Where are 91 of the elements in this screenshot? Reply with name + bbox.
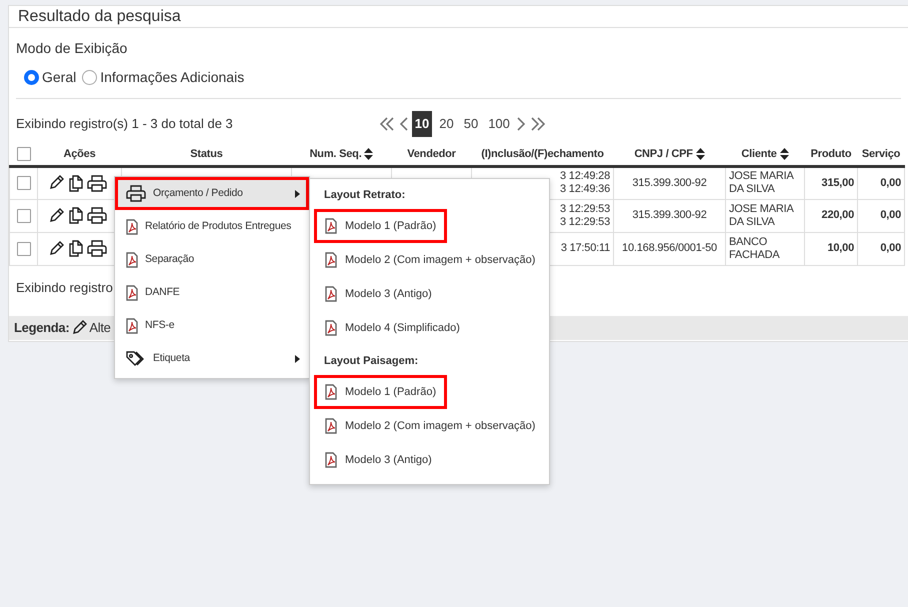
datetime-text: 3 12:49:28 [560, 170, 610, 182]
pdf-file-icon [126, 218, 138, 234]
printer-icon[interactable] [87, 174, 107, 192]
row-checkbox[interactable] [16, 208, 30, 222]
menu-item[interactable]: Modelo 3 (Antigo) [314, 443, 443, 477]
pencil-icon [71, 320, 88, 336]
column-header[interactable]: Cliente [741, 148, 777, 160]
column-header: Serviço [862, 148, 900, 160]
menu-item[interactable]: Etiqueta [115, 342, 309, 375]
row-checkbox[interactable] [16, 176, 30, 190]
legend-label: Legenda: [14, 318, 70, 337]
pdf-file-icon [325, 286, 337, 302]
page-size-link[interactable]: 50 [460, 111, 482, 137]
printer-icon[interactable] [87, 240, 107, 257]
copy-icon[interactable] [68, 207, 83, 224]
product-amount: 10,00 [827, 242, 854, 254]
caret-icon [295, 190, 300, 198]
double-chevron-right-icon [530, 117, 546, 131]
copy-icon[interactable] [68, 240, 83, 257]
pencil-icon[interactable] [48, 240, 64, 256]
records-summary: Exibindo registro(s) 1 - 3 do total de 3 [16, 115, 233, 134]
menu-item[interactable]: Modelo 1 (Padrão) [314, 375, 448, 409]
menu-item[interactable]: NFS-e [115, 309, 309, 342]
menu-item[interactable]: Separação [115, 243, 309, 276]
menu-item[interactable]: Modelo 2 (Com imagem + observação) [314, 409, 546, 443]
column-header: Ações [63, 148, 96, 160]
copy-icon[interactable] [68, 174, 83, 192]
page-size-link[interactable]: 10 [412, 111, 432, 137]
datetime-text: 3 17:50:11 [560, 242, 610, 254]
sort-icon [780, 148, 789, 160]
menu-item[interactable]: DANFE [115, 276, 309, 309]
records-summary: Exibindo registro [16, 280, 113, 294]
sort-icon [364, 148, 374, 160]
column-header: Vendedor [407, 148, 456, 160]
pencil-icon[interactable] [48, 208, 64, 224]
client-name: JOSE MARIA DA SILVA [729, 170, 794, 195]
column-header[interactable]: CNPJ / CPF [634, 148, 693, 160]
pdf-file-icon [126, 284, 138, 300]
page-size-link[interactable]: 100 [485, 111, 513, 137]
pencil-icon[interactable] [48, 175, 64, 191]
tag-icon [126, 350, 146, 366]
printer-icon [126, 185, 146, 202]
caret-icon [295, 354, 300, 362]
sort-icon [696, 148, 705, 160]
menu-item[interactable]: Modelo 4 (Simplificado) [314, 311, 471, 345]
client-name: JOSE MARIA DA SILVA [729, 202, 794, 228]
datetime-text: 3 12:49:36 [560, 183, 610, 195]
pdf-file-icon [325, 384, 337, 400]
datetime-text: 3 12:29:53 [560, 216, 610, 228]
printer-icon[interactable] [87, 207, 107, 224]
product-amount: 220,00 [822, 209, 854, 222]
menu-item[interactable]: Modelo 1 (Padrão) [314, 209, 448, 243]
menu-item[interactable]: Modelo 2 (Com imagem + observação) [314, 243, 546, 277]
column-header[interactable]: Num. Seq. [310, 148, 362, 160]
product-amount: 315,00 [822, 176, 854, 189]
chevron-left-icon [398, 117, 408, 131]
menu-item[interactable]: Relatório de Produtos Entregues [115, 210, 309, 243]
pdf-file-icon [325, 418, 337, 434]
select-all-checkbox[interactable] [16, 147, 30, 162]
radio-label[interactable]: Geral [42, 67, 76, 88]
cnpj-cpf-text: 10.168.956/0001-50 [622, 242, 717, 254]
display-mode-label: Modo de Exibição [16, 39, 128, 58]
pdf-file-icon [325, 320, 337, 336]
group-heading: Layout Paisagem: [323, 354, 420, 369]
column-header: (I)nclusão/(F)echamento [481, 148, 604, 160]
cnpj-cpf-text: 315.399.300-92 [632, 176, 707, 189]
group-heading: Layout Retrato: [323, 188, 406, 203]
pdf-file-icon [126, 252, 138, 268]
menu-item[interactable]: Orçamento / Pedido [115, 177, 309, 210]
chevron-right-icon [516, 117, 526, 131]
radio-button[interactable] [82, 70, 98, 85]
column-header: Produto [810, 148, 852, 160]
pdf-file-icon [325, 452, 337, 468]
pdf-file-icon [325, 218, 337, 234]
pdf-file-icon [126, 318, 138, 334]
radio-option[interactable]: Geral [24, 67, 76, 88]
row-checkbox[interactable] [16, 242, 30, 256]
menu-item[interactable]: Modelo 3 (Antigo) [314, 277, 443, 311]
panel-title: Resultado da pesquisa [9, 6, 908, 28]
pdf-file-icon [325, 252, 337, 268]
legend-text: Alte [89, 318, 111, 337]
service-amount: 0,00 [880, 209, 901, 222]
double-chevron-left-icon [378, 117, 395, 131]
page-size-link[interactable]: 20 [436, 111, 457, 137]
datetime-text: 3 12:29:53 [560, 202, 610, 215]
cnpj-cpf-text: 315.399.300-92 [632, 209, 707, 222]
service-amount: 0,00 [880, 176, 901, 189]
service-amount: 0,00 [880, 242, 901, 254]
client-name: BANCO FACHADA [729, 236, 780, 260]
column-header: Status [190, 148, 223, 160]
radio-button[interactable] [24, 70, 39, 85]
